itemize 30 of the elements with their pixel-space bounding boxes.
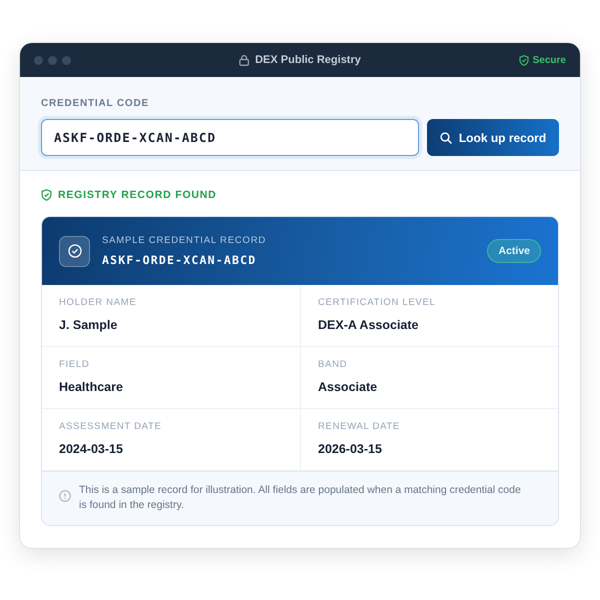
field-value: Associate bbox=[318, 380, 378, 395]
field-value: 2024-03-15 bbox=[59, 442, 124, 457]
status-message: REGISTRY RECORD FOUND bbox=[58, 188, 217, 202]
window-dot-icon[interactable] bbox=[48, 56, 57, 64]
field-label: BAND bbox=[318, 359, 348, 371]
credential-code-field[interactable]: ASKF-ORDE-XCAN-ABCD bbox=[41, 119, 419, 156]
field-value: Healthcare bbox=[59, 380, 124, 395]
field-value: 2026-03-15 bbox=[318, 442, 383, 457]
field-value: DEX-A Associate bbox=[318, 318, 420, 333]
record-caption: SAMPLE CREDENTIAL RECORD bbox=[102, 235, 268, 247]
field-value: J. Sample bbox=[59, 318, 118, 333]
window-dot-icon[interactable] bbox=[34, 56, 43, 64]
record-code: ASKF-ORDE-XCAN-ABCD bbox=[102, 253, 258, 267]
field-label: ASSESSMENT DATE bbox=[59, 421, 163, 433]
search-icon bbox=[440, 132, 452, 144]
field-label: FIELD bbox=[59, 359, 90, 371]
secure-label: Secure bbox=[532, 54, 566, 68]
status-badge: Active bbox=[487, 239, 541, 263]
field-label: RENEWAL DATE bbox=[318, 421, 401, 433]
note-text: This is a sample record for illustration. All fields are populated when a matching credential code is found in the registry. bbox=[79, 483, 522, 513]
look-up-record-button[interactable]: Look up record bbox=[427, 119, 559, 156]
info-icon bbox=[59, 490, 71, 502]
field-label: CERTIFICATION LEVEL bbox=[318, 297, 436, 309]
lock-icon bbox=[239, 54, 250, 66]
field-label: HOLDER NAME bbox=[59, 297, 138, 309]
field-label: CREDENTIAL CODE bbox=[41, 97, 150, 110]
shield-check-icon bbox=[41, 189, 52, 201]
window-title: DEX Public Registry bbox=[255, 52, 361, 68]
shield-check-icon bbox=[518, 54, 529, 66]
window-dot-icon[interactable] bbox=[62, 56, 71, 64]
